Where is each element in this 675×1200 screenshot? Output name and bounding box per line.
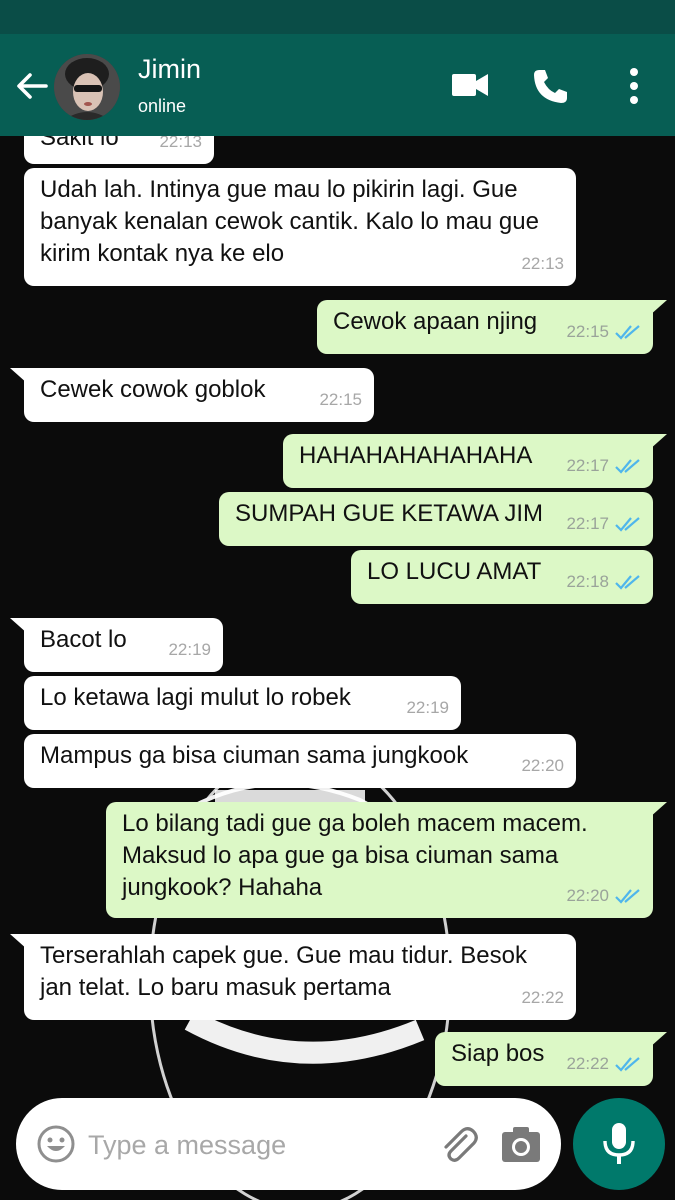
outgoing-message[interactable]: Siap bos 22:22 <box>435 1032 667 1086</box>
message-time: 22:18 <box>566 572 609 591</box>
message-time: 22:19 <box>406 698 449 717</box>
message-text: Udah lah. Intinya gue mau lo pikirin lag… <box>40 176 539 267</box>
contact-name[interactable]: Jimin <box>138 54 201 85</box>
double-check-icon <box>615 1057 640 1072</box>
message-time: 22:13 <box>521 254 564 273</box>
video-camera-icon[interactable] <box>450 68 490 102</box>
bubble-tail <box>10 368 28 384</box>
chat-header: Jimin online <box>0 34 675 136</box>
incoming-message[interactable]: Sakit lo 22:13 <box>24 136 214 164</box>
camera-icon[interactable] <box>500 1124 542 1164</box>
arrow-left-icon[interactable] <box>12 66 52 106</box>
message-time: 22:15 <box>319 390 362 409</box>
message-meta: 22:17 <box>566 508 641 540</box>
voice-record-button[interactable] <box>573 1098 665 1190</box>
incoming-message[interactable]: Mampus ga bisa ciuman sama jungkook 22:20 <box>24 734 576 788</box>
incoming-message[interactable]: Lo ketawa lagi mulut lo robek 22:19 <box>24 676 461 730</box>
double-check-icon <box>615 459 640 474</box>
phone-icon[interactable] <box>530 66 570 106</box>
microphone-icon <box>603 1123 635 1164</box>
message-meta: 22:20 <box>521 750 564 782</box>
emoji-icon[interactable] <box>36 1124 76 1164</box>
message-meta: 22:13 <box>159 136 202 158</box>
message-meta: 22:18 <box>566 566 641 598</box>
outgoing-message[interactable]: LO LUCU AMAT 22:18 <box>351 550 653 604</box>
outgoing-message[interactable]: SUMPAH GUE KETAWA JIM 22:17 <box>219 492 653 546</box>
message-time: 22:20 <box>566 886 609 905</box>
message-meta: 22:22 <box>521 982 564 1014</box>
contact-status: online <box>138 96 187 116</box>
paperclip-icon[interactable] <box>436 1122 480 1166</box>
message-meta: 22:19 <box>406 692 449 724</box>
double-check-icon <box>615 575 640 590</box>
outgoing-message[interactable]: HAHAHAHAHAHAHA 22:17 <box>283 434 667 488</box>
message-text: Cewek cowok goblok <box>40 376 266 403</box>
outgoing-message[interactable]: Cewok apaan njing 22:15 <box>317 300 667 354</box>
message-text: Lo bilang tadi gue ga boleh macem macem.… <box>122 810 588 901</box>
message-text: Terserahlah capek gue. Gue mau tidur. Be… <box>40 942 527 1001</box>
message-meta: 22:17 <box>566 450 641 482</box>
message-time: 22:15 <box>566 322 609 341</box>
avatar-photo <box>54 54 120 120</box>
double-check-icon <box>615 889 640 904</box>
message-text: Lo ketawa lagi mulut lo robek <box>40 684 351 711</box>
message-meta: 22:15 <box>319 384 362 416</box>
message-time: 22:13 <box>159 136 202 151</box>
message-input[interactable] <box>86 1122 410 1168</box>
more-vertical-icon[interactable] <box>622 66 646 106</box>
bubble-tail <box>649 434 667 450</box>
message-time: 22:20 <box>521 756 564 775</box>
message-time: 22:17 <box>566 456 609 475</box>
incoming-message[interactable]: Bacot lo 22:19 <box>10 618 223 672</box>
message-meta: 22:13 <box>521 248 564 280</box>
double-check-icon <box>615 325 640 340</box>
message-meta: 22:20 <box>566 880 641 912</box>
bubble-tail <box>649 300 667 316</box>
bubble-tail <box>649 802 667 818</box>
message-time: 22:19 <box>168 640 211 659</box>
double-check-icon <box>615 517 640 532</box>
message-time: 22:22 <box>521 988 564 1007</box>
incoming-message[interactable]: Terserahlah capek gue. Gue mau tidur. Be… <box>10 934 576 1020</box>
bubble-tail <box>10 934 28 950</box>
message-list[interactable]: Sakit lo 22:13 Udah lah. Intinya gue mau l… <box>0 136 675 1100</box>
message-composer <box>16 1098 561 1190</box>
avatar[interactable] <box>54 54 120 120</box>
bubble-tail <box>649 1032 667 1048</box>
status-bar <box>0 0 675 34</box>
message-time: 22:17 <box>566 514 609 533</box>
message-meta: 22:22 <box>566 1048 641 1080</box>
message-time: 22:22 <box>566 1054 609 1073</box>
incoming-message[interactable]: Udah lah. Intinya gue mau lo pikirin lag… <box>24 168 576 286</box>
incoming-message[interactable]: Cewek cowok goblok 22:15 <box>10 368 374 422</box>
message-meta: 22:15 <box>566 316 641 348</box>
message-meta: 22:19 <box>168 634 211 666</box>
outgoing-message[interactable]: Lo bilang tadi gue ga boleh macem macem.… <box>106 802 667 918</box>
bubble-tail <box>10 618 28 634</box>
message-text: Mampus ga bisa ciuman sama jungkook <box>40 742 469 769</box>
